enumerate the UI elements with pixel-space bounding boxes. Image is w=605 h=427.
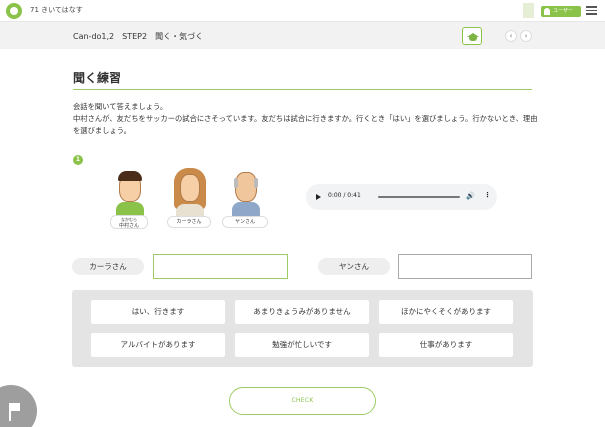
top-bar: 71 きいてはなす ユーザー [0, 0, 605, 22]
instructions: 会話を聞いて答えましょう。 中村さんが、友だちをサッカーの試合にさそっています。… [73, 101, 538, 137]
choice-item[interactable]: ほかにやくそくがあります [379, 300, 513, 324]
volume-icon[interactable]: 🔊 [466, 192, 475, 200]
name-tag-carla: カーラさん [167, 216, 211, 228]
instruction-line: 会話を聞いて答えましょう。 [73, 102, 168, 111]
choice-item[interactable]: 仕事があります [379, 333, 513, 357]
answer-label-yan: ヤンさん [318, 258, 390, 275]
app-logo-icon[interactable] [6, 3, 22, 19]
audio-time: 0:00 / 0:41 [328, 192, 361, 199]
question-number: 1 [73, 155, 83, 165]
character-carla [170, 166, 210, 218]
audio-player[interactable]: 0:00 / 0:41 🔊 ⋮ [306, 184, 497, 210]
flag-button[interactable] [0, 385, 37, 427]
choice-item[interactable]: はい、行きます [91, 300, 225, 324]
answer-box-carla[interactable] [153, 254, 288, 279]
answer-box-yan[interactable] [398, 254, 532, 279]
bookmark-icon[interactable] [523, 3, 534, 18]
section-title: 聞く練習 [73, 71, 122, 85]
graduation-cap-button[interactable] [462, 27, 482, 45]
audio-progress-track[interactable] [378, 196, 460, 198]
user-button[interactable]: ユーザー [541, 6, 581, 17]
choice-item[interactable]: あまりきょうみがありません [235, 300, 369, 324]
answer-label-carla: カーラさん [72, 258, 144, 275]
choice-item[interactable]: アルバイトがあります [91, 333, 225, 357]
check-button[interactable]: CHECK [229, 387, 376, 415]
prev-button[interactable]: ‹ [505, 30, 517, 42]
section-divider [73, 89, 532, 90]
more-options-icon[interactable]: ⋮ [484, 191, 491, 199]
hamburger-menu-icon[interactable] [586, 6, 597, 15]
choice-panel: はい、行きます あまりきょうみがありません ほかにやくそくがあります アルバイト… [72, 290, 533, 367]
app-title: 71 きいてはなす [30, 6, 83, 14]
name-tag-nakamura: なかむら 中村さん [110, 215, 148, 229]
name-tag-yan: ヤンさん [222, 216, 268, 228]
step-bar: Can-do1,2 STEP2 聞く・気づく ‹ › [0, 22, 605, 49]
next-button[interactable]: › [520, 30, 532, 42]
play-icon[interactable] [316, 194, 321, 200]
user-icon [544, 8, 550, 15]
character-yan [226, 168, 266, 218]
choice-item[interactable]: 勉強が忙しいです [235, 333, 369, 357]
user-label: ユーザー [553, 8, 573, 14]
step-title: Can-do1,2 STEP2 聞く・気づく [73, 32, 204, 41]
instruction-line: 中村さんが、友だちをサッカーの試合にさそっています。友だちは試合に行きますか。行… [73, 114, 538, 135]
